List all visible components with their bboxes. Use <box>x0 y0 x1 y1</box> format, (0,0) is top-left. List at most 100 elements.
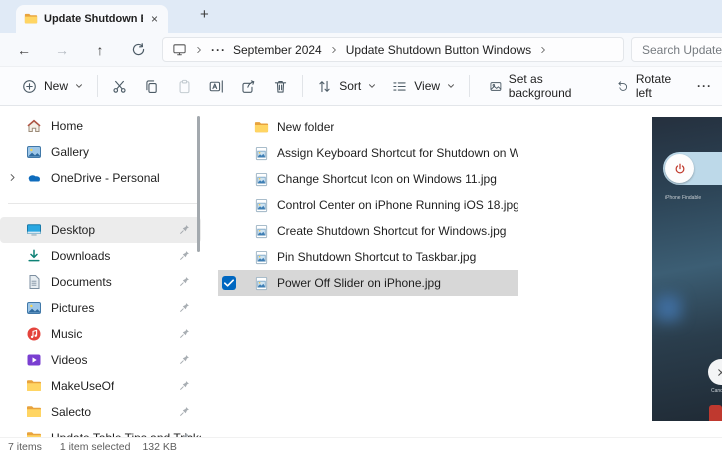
sidebar-item-makeuseof[interactable]: MakeUseOf <box>0 373 201 399</box>
address-bar[interactable]: ··· September 2024 Update Shutdown Butto… <box>162 37 624 62</box>
preview-red-shape <box>709 405 722 421</box>
pin-icon <box>178 405 191 418</box>
file-list: New folder Assign Keyboard Shortcut for S… <box>218 114 518 296</box>
chevron-right-icon <box>194 45 204 55</box>
back-button[interactable]: ← <box>10 37 38 62</box>
tab-update-shutdown[interactable]: Update Shutdown Button Win × <box>16 5 168 33</box>
set-as-background-label: Set as background <box>508 72 572 100</box>
sidebar-item-home[interactable]: Home <box>0 113 201 139</box>
address-row: ← → ↑ ··· September 2024 Update Shutdown… <box>0 33 722 66</box>
new-button[interactable]: New <box>14 72 91 100</box>
preview-pane: iPhone Findable Cancel <box>652 117 722 421</box>
sidebar-item-downloads[interactable]: Downloads <box>0 243 201 269</box>
file-row[interactable]: Pin Shutdown Shortcut to Taskbar.jpg <box>218 244 518 270</box>
chevron-down-icon <box>74 81 84 91</box>
image-file-icon <box>254 198 269 213</box>
file-row[interactable]: Create Shutdown Shortcut for Windows.jpg <box>218 218 518 244</box>
copy-icon <box>143 78 160 95</box>
sort-arrows-icon <box>316 78 333 95</box>
sidebar-scrollbar[interactable] <box>197 116 200 252</box>
file-name: New folder <box>277 120 335 134</box>
sidebar-item-pictures[interactable]: Pictures <box>0 295 201 321</box>
sidebar-item-documents[interactable]: Documents <box>0 269 201 295</box>
sidebar-item-label: Music <box>51 327 83 341</box>
up-button[interactable]: ↑ <box>86 37 114 62</box>
preview-blur-blob <box>655 295 681 321</box>
file-name: Assign Keyboard Shortcut for Shutdown on… <box>277 146 518 160</box>
folder-icon <box>26 404 42 420</box>
selection-count: 1 item selected <box>59 440 131 453</box>
navigation-pane: Home Gallery OneDrive - Personal Desktop Do… <box>0 106 205 437</box>
downloads-icon <box>26 248 42 264</box>
folder-icon <box>26 430 42 437</box>
file-row[interactable]: Control Center on iPhone Running iOS 18.… <box>218 192 518 218</box>
file-row[interactable]: New folder <box>218 114 518 140</box>
share-icon <box>240 78 257 95</box>
cut-icon <box>111 78 128 95</box>
sidebar-item-label: Downloads <box>51 249 111 263</box>
sidebar-item-update-table-tips-and-tricks-in-wor[interactable]: Update Table Tips and Tricks in Wor <box>0 425 201 437</box>
search-input[interactable]: Search Update S <box>631 37 722 62</box>
sidebar-item-salecto[interactable]: Salecto <box>0 399 201 425</box>
file-row[interactable]: Change Shortcut Icon on Windows 11.jpg <box>218 166 518 192</box>
tab-bar: Update Shutdown Button Win × + <box>0 0 722 33</box>
view-button[interactable]: View <box>384 72 463 100</box>
file-row[interactable]: Assign Keyboard Shortcut for Shutdown on… <box>218 140 518 166</box>
set-as-background-button[interactable]: Set as background <box>482 72 597 100</box>
new-tab-button[interactable]: + <box>200 6 209 23</box>
home-icon <box>26 118 42 134</box>
sidebar-item-music[interactable]: Music <box>0 321 201 347</box>
cancel-label: Cancel <box>711 388 722 394</box>
share-button[interactable] <box>232 72 264 100</box>
cancel-circle <box>708 359 722 385</box>
rename-button[interactable] <box>200 72 232 100</box>
x-icon <box>716 367 722 378</box>
sidebar-item-label: Home <box>51 119 84 133</box>
toolbar-divider <box>97 75 98 97</box>
forward-button: → <box>55 41 69 58</box>
file-name: Change Shortcut Icon on Windows 11.jpg <box>277 172 497 186</box>
plus-circle-icon <box>21 78 38 95</box>
view-button-label: View <box>414 79 441 93</box>
close-tab-icon[interactable]: × <box>149 12 160 26</box>
image-file-icon <box>254 250 269 265</box>
sidebar-item-gallery[interactable]: Gallery <box>0 139 201 165</box>
status-bar: 7 items 1 item selected 132 KB <box>0 437 722 455</box>
cut-button[interactable] <box>104 72 136 100</box>
sidebar-item-label: MakeUseOf <box>51 379 115 393</box>
toolbar-divider <box>469 75 470 97</box>
breadcrumb-item[interactable]: September 2024 <box>233 43 322 57</box>
desktop-icon <box>26 222 42 238</box>
refresh-button[interactable] <box>124 37 152 62</box>
sidebar-item-desktop[interactable]: Desktop <box>0 217 201 243</box>
desktop-monitor-icon[interactable] <box>172 42 187 57</box>
breadcrumb-overflow[interactable]: ··· <box>211 43 226 57</box>
sidebar-item-videos[interactable]: Videos <box>0 347 201 373</box>
sort-button[interactable]: Sort <box>309 72 384 100</box>
rename-icon <box>208 78 225 95</box>
trash-icon <box>272 78 289 95</box>
sidebar-pinned-list: Desktop Downloads Documents Pictures Music Vi… <box>0 217 205 437</box>
copy-button[interactable] <box>136 72 168 100</box>
pin-icon <box>178 275 191 288</box>
pin-icon <box>178 223 191 236</box>
rotate-left-icon <box>616 78 630 95</box>
paste-icon <box>176 78 193 95</box>
command-bar: New Sort View Set as background Rotate l… <box>0 66 722 106</box>
documents-icon <box>26 274 42 290</box>
pin-icon <box>178 327 191 340</box>
selected-checkbox[interactable] <box>222 276 236 290</box>
breadcrumb-item[interactable]: Update Shutdown Button Windows <box>346 43 531 57</box>
refresh-icon <box>131 42 146 57</box>
rotate-left-button[interactable]: Rotate left <box>609 72 687 100</box>
power-icon <box>673 162 687 176</box>
delete-button[interactable] <box>264 72 296 100</box>
file-row[interactable]: Power Off Slider on iPhone.jpg <box>218 270 518 296</box>
sidebar-item-onedrive-personal[interactable]: OneDrive - Personal <box>0 165 201 191</box>
sidebar-item-label: Documents <box>51 275 112 289</box>
sidebar-item-label: OneDrive - Personal <box>51 171 160 185</box>
rotate-left-label: Rotate left <box>635 72 672 100</box>
chevron-down-icon <box>446 81 456 91</box>
folder-icon <box>24 12 38 26</box>
more-options-button[interactable]: ··· <box>687 79 722 93</box>
